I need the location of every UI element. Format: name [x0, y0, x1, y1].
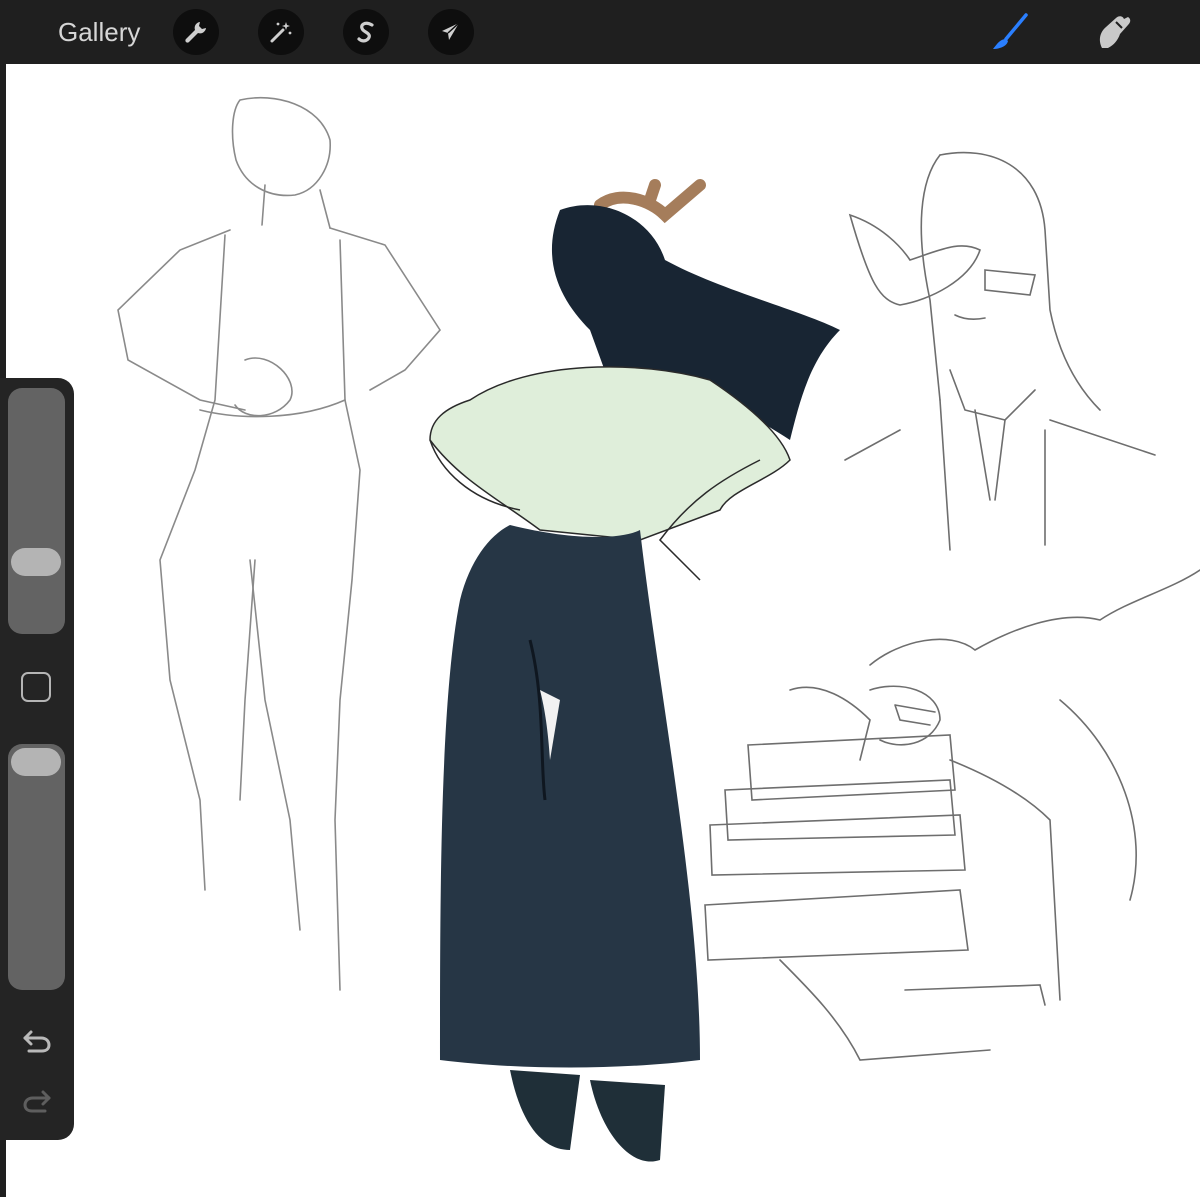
pencil-figure-sketch: [117, 96, 441, 991]
sketch-artwork: [117, 96, 1200, 1162]
pencil-portrait-sketch: [844, 151, 1156, 551]
drawing-canvas[interactable]: [6, 64, 1200, 1197]
undo-icon[interactable]: [19, 1022, 55, 1058]
wrench-icon: [185, 22, 206, 43]
brush-size-slider[interactable]: [8, 388, 65, 634]
side-toolbar: [0, 378, 74, 1140]
arrow-cursor-icon: [442, 22, 460, 40]
opacity-slider[interactable]: [8, 744, 65, 990]
brush-icon[interactable]: [990, 12, 1030, 52]
top-toolbar: Gallery: [0, 0, 1200, 64]
square-icon[interactable]: [21, 672, 51, 702]
transform-button[interactable]: [428, 9, 474, 55]
brush-size-slider-thumb[interactable]: [11, 548, 61, 576]
smudge-finger-icon[interactable]: [1094, 12, 1134, 52]
selection-s-icon: [357, 21, 374, 43]
selection-button[interactable]: [343, 9, 389, 55]
colored-figure-painting: [429, 179, 840, 1162]
actions-button[interactable]: [173, 9, 219, 55]
magic-wand-icon: [270, 22, 292, 43]
opacity-slider-thumb[interactable]: [11, 748, 61, 776]
adjustments-button[interactable]: [258, 9, 304, 55]
redo-icon[interactable]: [19, 1082, 55, 1118]
pencil-books-sketch: [704, 569, 1200, 1061]
gallery-button[interactable]: Gallery: [58, 17, 140, 48]
